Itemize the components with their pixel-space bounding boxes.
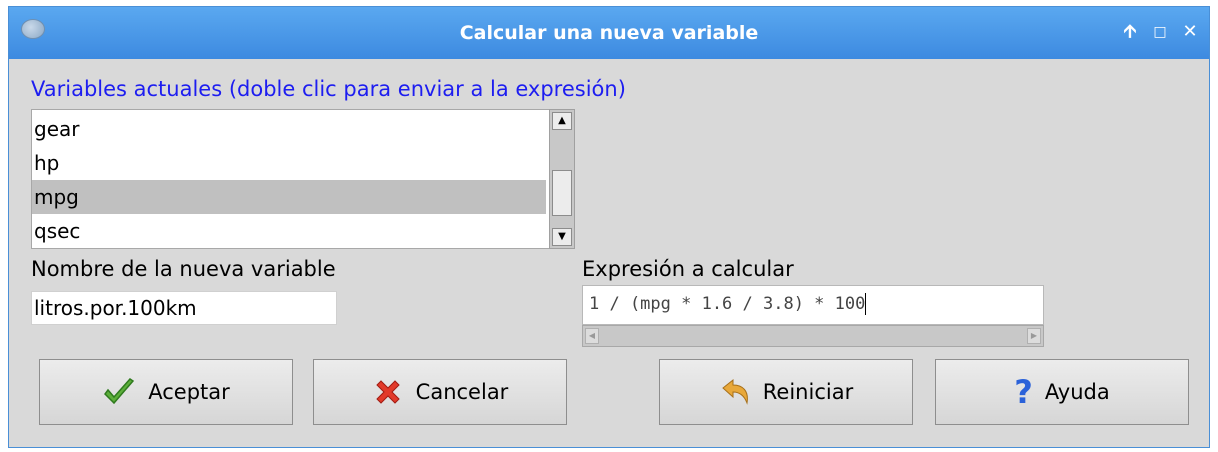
expression-scrollbar[interactable]: ◀ ▶ <box>582 325 1044 347</box>
expression-label: Expresión a calcular <box>582 257 794 281</box>
shade-window-icon[interactable]: 🡩 <box>1119 21 1141 43</box>
scroll-down-icon[interactable]: ▼ <box>552 228 572 246</box>
window-title: Calcular una nueva variable <box>459 22 759 44</box>
accept-button-label: Aceptar <box>148 380 230 404</box>
accept-button[interactable]: Aceptar <box>39 359 293 425</box>
reset-button[interactable]: Reiniciar <box>659 359 913 425</box>
variables-label: Variables actuales (doble clic para envi… <box>31 77 626 101</box>
red-x-icon <box>372 376 404 408</box>
help-button[interactable]: ? Ayuda <box>935 359 1189 425</box>
new-variable-input[interactable]: litros.por.100km <box>31 291 337 325</box>
expression-input[interactable]: 1 / (mpg * 1.6 / 3.8) * 100 <box>582 285 1044 325</box>
scroll-right-icon[interactable]: ▶ <box>1027 328 1041 344</box>
scrollbar-thumb[interactable] <box>552 170 572 216</box>
title-bar[interactable]: Calcular una nueva variable 🡩 □ ✕ <box>9 7 1209 59</box>
list-item[interactable]: hp <box>32 146 546 180</box>
question-mark-icon: ? <box>1014 373 1033 411</box>
scroll-up-icon[interactable]: ▲ <box>552 112 572 130</box>
scroll-left-icon[interactable]: ◀ <box>585 328 599 344</box>
list-item-selected[interactable]: mpg <box>32 180 546 214</box>
cancel-button-label: Cancelar <box>415 380 509 404</box>
dialog-window: Calcular una nueva variable 🡩 □ ✕ Variab… <box>8 6 1210 448</box>
close-window-icon[interactable]: ✕ <box>1179 21 1201 43</box>
list-item[interactable]: gear <box>32 112 546 146</box>
maximize-window-icon[interactable]: □ <box>1149 21 1171 43</box>
list-item[interactable]: qsec <box>32 214 546 248</box>
check-icon <box>102 377 136 407</box>
variables-listbox[interactable]: gear hp mpg qsec <box>31 109 571 249</box>
expression-text: 1 / (mpg * 1.6 / 3.8) * 100 <box>589 294 866 314</box>
help-button-label: Ayuda <box>1044 380 1110 404</box>
cancel-button[interactable]: Cancelar <box>313 359 567 425</box>
text-caret <box>865 293 867 315</box>
undo-arrow-icon <box>719 377 751 407</box>
variables-scrollbar[interactable]: ▲ ▼ <box>549 109 575 249</box>
new-variable-label: Nombre de la nueva variable <box>31 257 336 281</box>
reset-button-label: Reiniciar <box>762 380 854 404</box>
